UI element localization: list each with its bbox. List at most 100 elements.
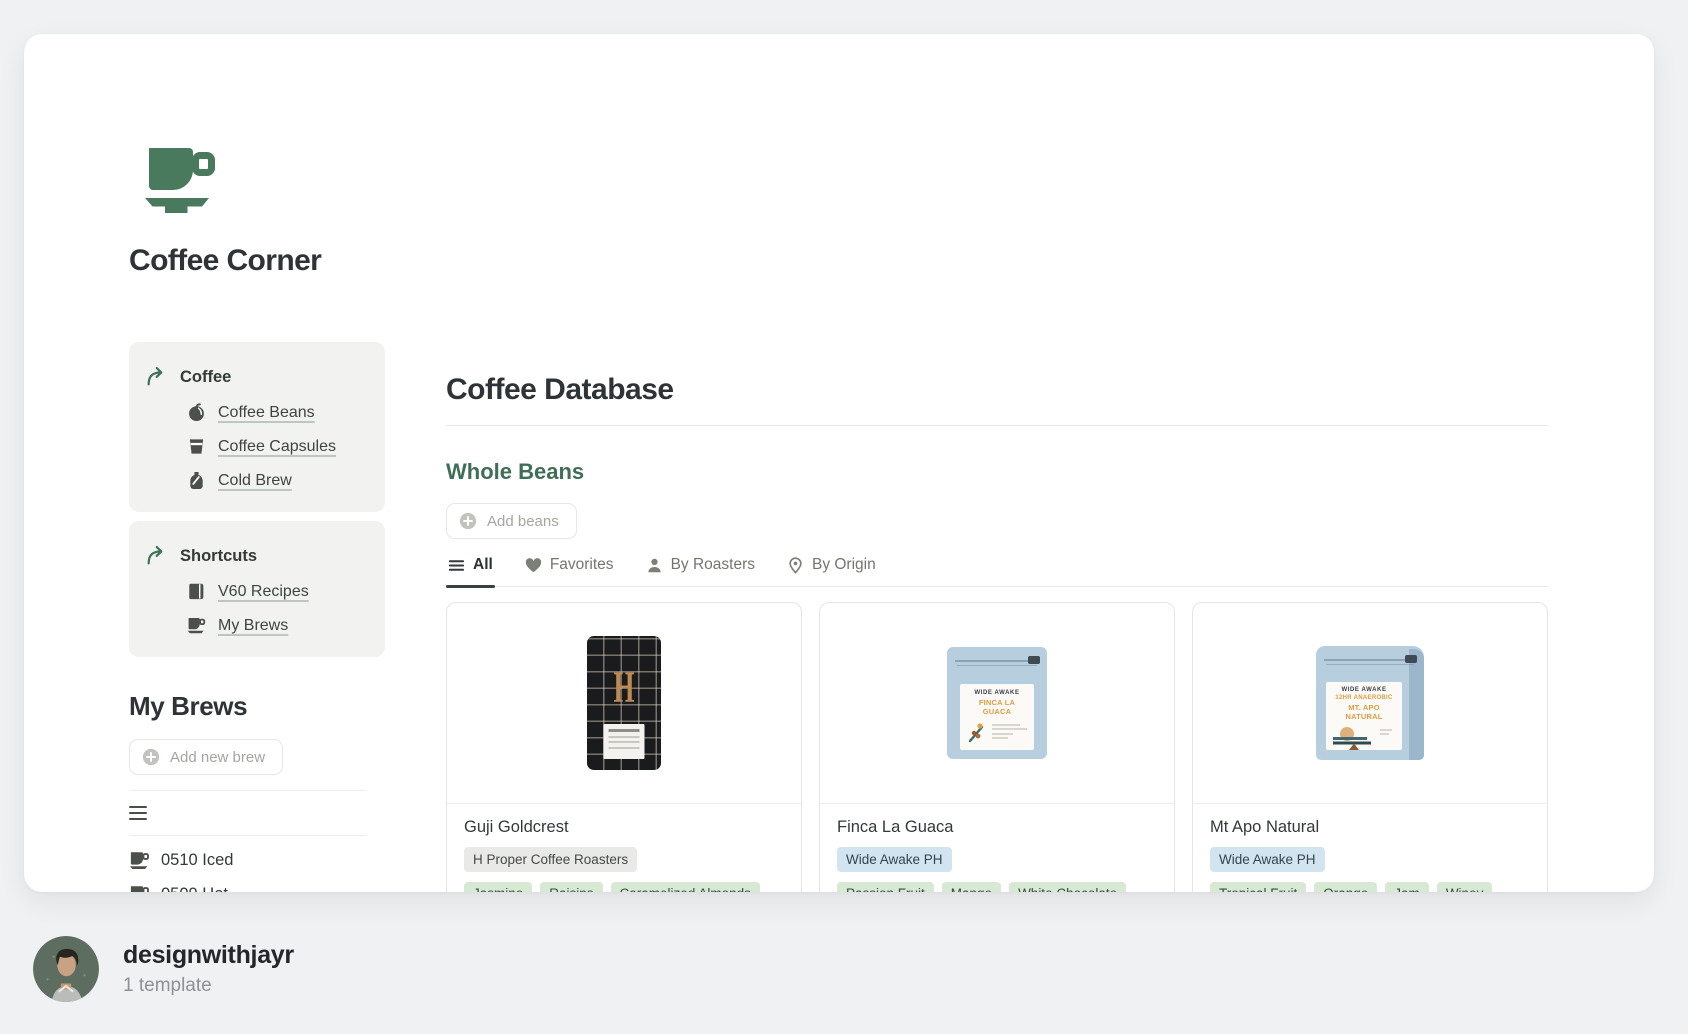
curved-arrow-icon <box>145 366 167 388</box>
add-beans-label: Add beans <box>487 513 559 530</box>
bag-illustration <box>964 720 1030 744</box>
template-preview-panel: Coffee Corner Coffee <box>24 34 1654 892</box>
bag-monogram: H <box>587 662 661 713</box>
bag-name: MT. APO NATURAL <box>1330 703 1398 721</box>
add-beans-button[interactable]: Add beans <box>446 503 577 539</box>
map-pin-icon <box>787 557 804 574</box>
flavor-tag: Mango <box>942 882 1001 892</box>
section-label: Shortcuts <box>180 547 257 566</box>
flavor-tag: Caramelized Almonds <box>611 882 760 892</box>
book-icon <box>187 582 206 601</box>
add-new-brew-button[interactable]: Add new brew <box>129 739 283 775</box>
section-label: Coffee <box>180 368 231 387</box>
author-name[interactable]: designwithjayr <box>123 941 294 970</box>
sidebar-section-shortcuts: Shortcuts V60 Recipes <box>129 521 385 657</box>
flavor-tag: Tropical Fruit <box>1210 882 1306 892</box>
bag-illustration <box>1330 725 1398 751</box>
roaster-tag-row: Wide Awake PH <box>1210 847 1530 872</box>
flavor-tag: Jasmine <box>464 882 532 892</box>
sidebar-link-label: V60 Recipes <box>218 583 309 601</box>
heart-icon <box>525 557 542 574</box>
product-image: H <box>447 603 801 804</box>
add-new-brew-label: Add new brew <box>170 749 265 766</box>
bag-name: FINCA LA GUACA <box>964 698 1030 716</box>
sidebar-link-coffee-beans[interactable]: Coffee Beans <box>187 403 369 422</box>
flavor-tag: Passion Fruit <box>837 882 934 892</box>
product-image: WIDE AWAKE 12HR ANAEROBIC MT. APO NATURA… <box>1193 603 1547 804</box>
bean-card-grid: H Guji Goldcrest H Proper Coffee Roaster… <box>446 602 1548 892</box>
coffee-card-mt-apo-natural[interactable]: WIDE AWAKE 12HR ANAEROBIC MT. APO NATURA… <box>1192 602 1548 892</box>
card-body: Guji Goldcrest H Proper Coffee Roasters … <box>447 804 801 892</box>
flavor-tag-row: Tropical Fruit Orange Jam Winey <box>1210 882 1530 892</box>
flavor-tag-row: Passion Fruit Mango White Chocolate Wine… <box>837 882 1157 892</box>
card-title: Finca La Guaca <box>837 818 1157 837</box>
workspace-title: Coffee Corner <box>129 244 391 278</box>
tab-label: Favorites <box>550 556 614 574</box>
divider <box>129 790 367 791</box>
plus-icon <box>142 748 160 766</box>
coffee-bag-image: WIDE AWAKE 12HR ANAEROBIC MT. APO NATURA… <box>1316 646 1424 760</box>
sidebar-link-cold-brew[interactable]: Cold Brew <box>187 471 369 490</box>
sidebar-link-my-brews[interactable]: My Brews <box>187 616 369 635</box>
author-info: designwithjayr 1 template <box>123 941 294 997</box>
flavor-tag: Raisins <box>540 882 602 892</box>
bag-label <box>604 724 645 759</box>
tab-by-origin[interactable]: By Origin <box>785 556 878 586</box>
view-tabs: All Favorites By Roasters <box>446 556 1548 587</box>
list-icon <box>448 557 465 574</box>
brew-entry-0510-iced[interactable]: 0510 Iced <box>129 851 391 870</box>
section-header: Shortcuts <box>145 545 369 567</box>
tab-label: By Origin <box>812 556 876 574</box>
coffee-bag-image: WIDE AWAKE FINCA LA GUACA <box>947 647 1047 759</box>
flavor-tag-row: Jasmine Raisins Caramelized Almonds <box>464 882 784 892</box>
sidebar-link-label: My Brews <box>218 617 288 635</box>
coffee-card-guji-goldcrest[interactable]: H Guji Goldcrest H Proper Coffee Roaster… <box>446 602 802 892</box>
card-title: Mt Apo Natural <box>1210 818 1530 837</box>
sidebar-link-v60-recipes[interactable]: V60 Recipes <box>187 582 369 601</box>
tab-favorites[interactable]: Favorites <box>523 556 616 586</box>
sidebar-link-label: Coffee Beans <box>218 404 315 422</box>
page-title: Coffee Database <box>446 372 1548 408</box>
avatar[interactable] <box>33 936 99 1002</box>
tab-label: By Roasters <box>671 556 755 574</box>
curved-arrow-icon <box>145 545 167 567</box>
roaster-tag-row: Wide Awake PH <box>837 847 1157 872</box>
tab-all[interactable]: All <box>446 556 495 586</box>
person-icon <box>646 557 663 574</box>
card-body: Finca La Guaca Wide Awake PH Passion Fru… <box>820 804 1174 892</box>
author-footer: designwithjayr 1 template <box>33 936 294 1002</box>
my-brews-heading: My Brews <box>129 691 391 722</box>
template-count: 1 template <box>123 975 294 997</box>
flavor-tag: Jam <box>1385 882 1429 892</box>
brew-entry-0509-hot[interactable]: 0509 Hot <box>129 885 391 892</box>
sidebar-link-coffee-capsules[interactable]: Coffee Capsules <box>187 437 369 456</box>
tab-label: All <box>473 556 493 574</box>
coffee-card-finca-la-guaca[interactable]: WIDE AWAKE FINCA LA GUACA <box>819 602 1175 892</box>
sidebar-section-coffee: Coffee Coffee Beans <box>129 342 385 512</box>
bag-brand: WIDE AWAKE <box>964 690 1030 696</box>
bag-label: WIDE AWAKE FINCA LA GUACA <box>960 684 1034 750</box>
brew-entry-label: 0509 Hot <box>161 885 228 892</box>
bag-subtitle: 12HR ANAEROBIC <box>1330 695 1398 701</box>
bag-brand: WIDE AWAKE <box>1330 687 1398 693</box>
cold-brew-bottle-icon <box>187 471 206 490</box>
sidebar: Coffee Corner Coffee <box>129 148 391 892</box>
coffee-bag-image: H <box>587 636 661 770</box>
divider <box>129 835 367 836</box>
page: Coffee Corner Coffee <box>0 0 1688 1034</box>
coffee-bean-icon <box>187 403 206 422</box>
coffee-capsule-icon <box>187 437 206 456</box>
card-title: Guji Goldcrest <box>464 818 784 837</box>
tab-by-roasters[interactable]: By Roasters <box>644 556 757 586</box>
brew-entry-label: 0510 Iced <box>161 851 233 870</box>
main-content: Coffee Database Whole Beans Add beans Al… <box>446 372 1548 892</box>
roaster-tag: Wide Awake PH <box>1210 847 1325 872</box>
coffee-cup-icon <box>143 148 219 218</box>
flavor-tag: Orange <box>1314 882 1377 892</box>
plus-icon <box>459 512 477 530</box>
card-body: Mt Apo Natural Wide Awake PH Tropical Fr… <box>1193 804 1547 892</box>
sidebar-link-label: Coffee Capsules <box>218 438 336 456</box>
drag-handle-icon[interactable] <box>129 806 147 820</box>
bag-label: WIDE AWAKE 12HR ANAEROBIC MT. APO NATURA… <box>1326 682 1402 750</box>
roaster-tag-row: H Proper Coffee Roasters <box>464 847 784 872</box>
